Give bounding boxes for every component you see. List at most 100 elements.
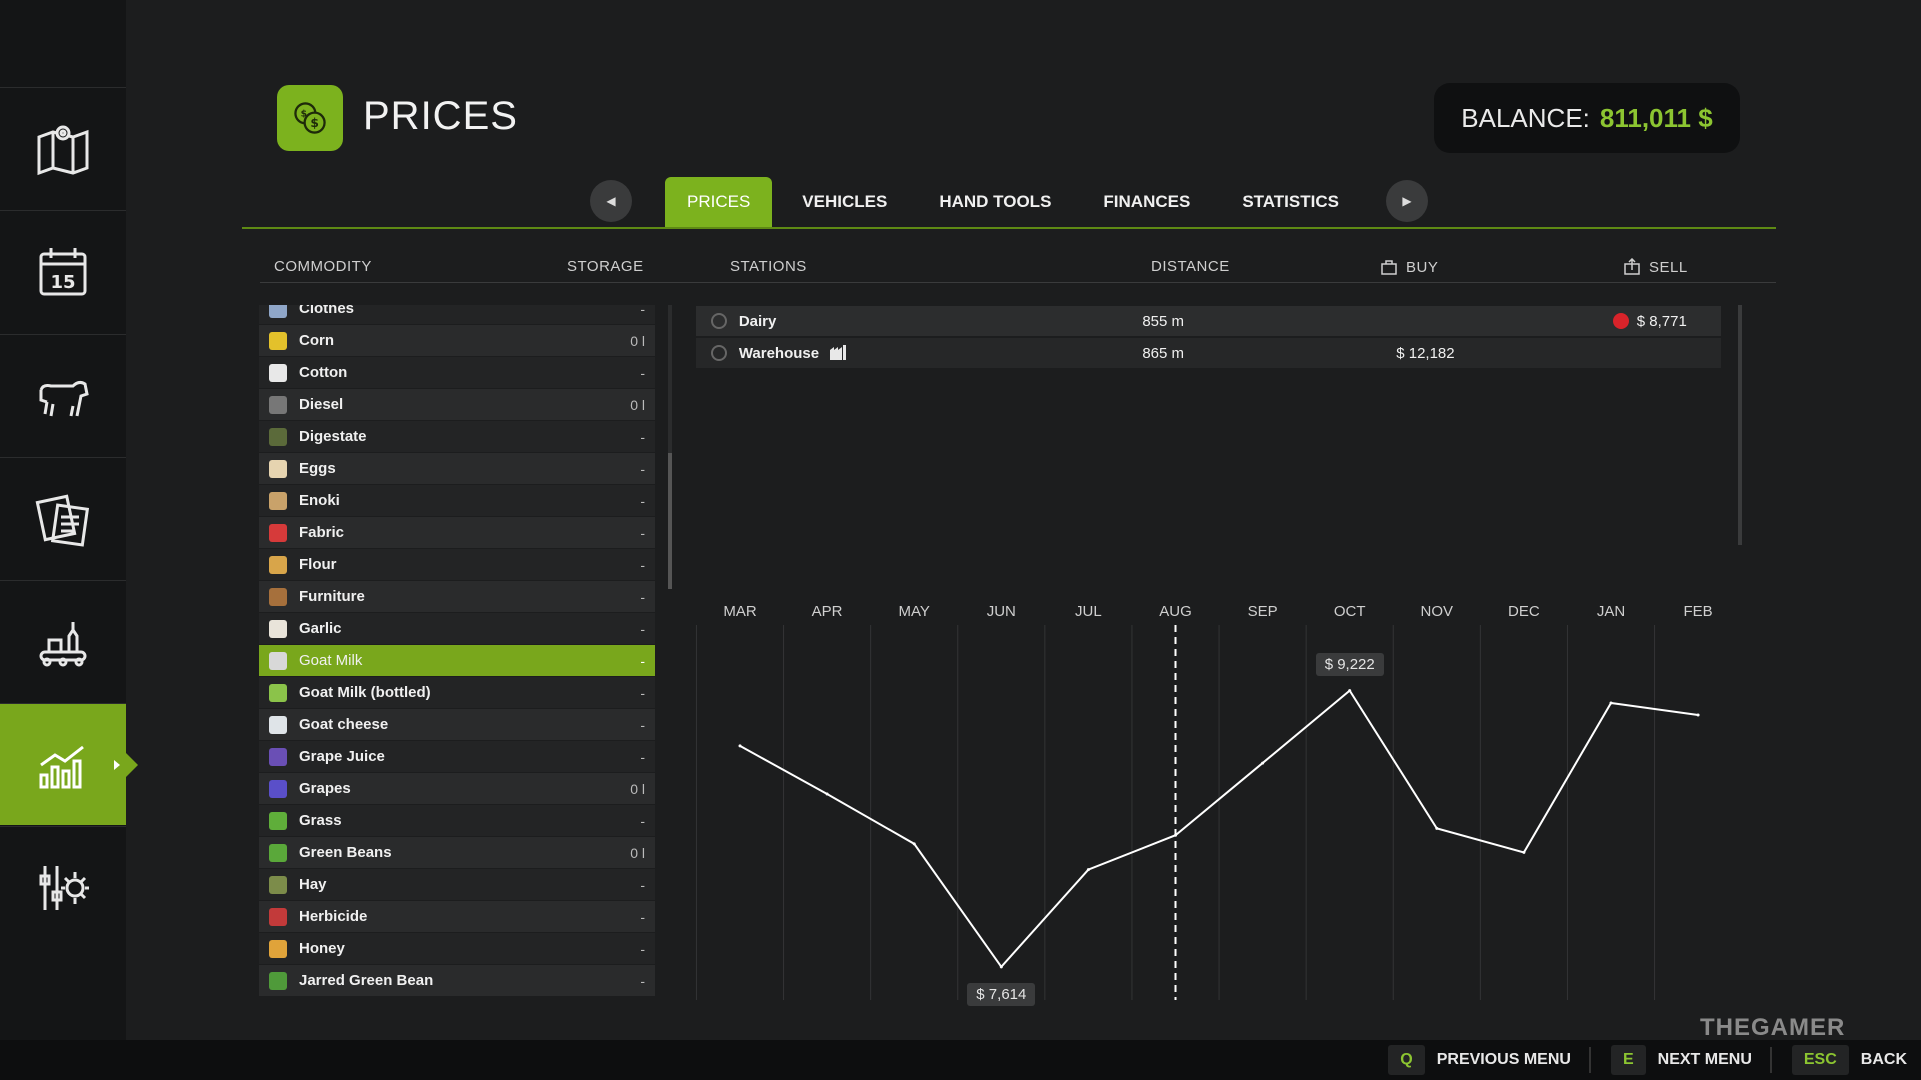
commodity-name: Herbicide	[299, 908, 368, 925]
commodity-row[interactable]: Cotton -	[259, 357, 655, 388]
commodity-row[interactable]: Honey -	[259, 933, 655, 964]
commodity-storage: -	[640, 652, 645, 669]
next-tab-button[interactable]: ▶	[1386, 180, 1428, 222]
cotton-icon	[269, 363, 287, 382]
goat-cheese-icon	[269, 715, 287, 734]
station-row-warehouse[interactable]: Warehouse 865 m $ 12,182	[696, 338, 1721, 368]
month-label-apr: APR	[811, 603, 843, 620]
price-point-oct	[1348, 689, 1352, 693]
commodity-row[interactable]: Goat Milk (bottled) -	[259, 677, 655, 708]
balance-label: BALANCE:	[1461, 102, 1590, 133]
footer-separator	[1588, 1047, 1591, 1073]
hay-icon	[269, 875, 287, 894]
commodity-scrollbar[interactable]	[668, 305, 672, 589]
commodity-row[interactable]: Furniture -	[259, 581, 655, 612]
commodity-row[interactable]: Clothes -	[259, 305, 655, 324]
commodity-list[interactable]: Clothes - Corn 0 l Cotton - Diesel 0 l Digestate…	[259, 305, 655, 1000]
sidebar-item-production[interactable]	[0, 580, 126, 702]
sidebar-item-calendar[interactable]: 15	[0, 210, 126, 332]
commodity-storage: 0 l	[630, 844, 645, 861]
commodity-row[interactable]: Goat Milk -	[259, 645, 655, 676]
fabric-icon	[269, 523, 287, 542]
next-menu-button[interactable]: NEXT MENU	[1658, 1051, 1752, 1069]
commodity-storage: -	[640, 556, 645, 573]
commodity-scrollbar-thumb[interactable]	[668, 453, 672, 589]
commodity-storage: -	[640, 716, 645, 733]
commodity-row[interactable]: Goat cheese -	[259, 709, 655, 740]
station-icon	[711, 313, 727, 329]
commodity-storage: -	[640, 876, 645, 893]
commodity-row[interactable]: Corn 0 l	[259, 325, 655, 356]
sidebar-item-animals[interactable]	[0, 334, 126, 456]
back-button[interactable]: BACK	[1861, 1051, 1907, 1069]
header-buy-label: BUY	[1406, 258, 1439, 276]
commodity-row[interactable]: Green Beans 0 l	[259, 837, 655, 868]
station-buy: $ 12,182	[1396, 344, 1455, 362]
commodity-name: Garlic	[299, 620, 342, 637]
tab-prices[interactable]: PRICES	[665, 177, 773, 227]
commodity-row[interactable]: Diesel 0 l	[259, 389, 655, 420]
price-point-nov	[1435, 826, 1439, 830]
commodity-row[interactable]: Grape Juice -	[259, 741, 655, 772]
commodity-row[interactable]: Flour -	[259, 549, 655, 580]
commodity-row[interactable]: Enoki -	[259, 485, 655, 516]
grapes-icon	[269, 779, 287, 798]
commodity-row[interactable]: Herbicide -	[259, 901, 655, 932]
balance-display: BALANCE: 811,011 $	[1434, 83, 1740, 153]
commodity-row[interactable]: Garlic -	[259, 613, 655, 644]
sidebar-item-prices[interactable]	[0, 703, 138, 825]
eggs-icon	[269, 459, 287, 478]
commodity-row[interactable]: Grass -	[259, 805, 655, 836]
commodity-name: Grapes	[299, 780, 351, 797]
tab-underline	[242, 227, 1776, 229]
price-point-may	[912, 842, 916, 846]
key-esc[interactable]: ESC	[1791, 1045, 1849, 1075]
price-chart	[695, 625, 1700, 1000]
commodity-row[interactable]: Hay -	[259, 869, 655, 900]
commodity-row[interactable]: Grapes 0 l	[259, 773, 655, 804]
month-label-jun: JUN	[986, 603, 1016, 620]
previous-menu-button[interactable]: PREVIOUS MENU	[1437, 1051, 1571, 1069]
month-label-jul: JUL	[1075, 603, 1102, 620]
buy-icon	[1381, 260, 1397, 275]
commodity-row[interactable]: Eggs -	[259, 453, 655, 484]
commodity-row[interactable]: Fabric -	[259, 517, 655, 548]
herbicide-icon	[269, 907, 287, 926]
sidebar-item-map[interactable]	[0, 87, 126, 209]
sidebar: 15	[0, 0, 138, 1040]
station-row-dairy[interactable]: Dairy 855 m $ 8,771	[696, 306, 1721, 336]
key-q[interactable]: Q	[1388, 1045, 1425, 1075]
station-icon	[711, 345, 727, 361]
commodity-name: Goat Milk	[299, 652, 363, 669]
header-sell: SELL	[1623, 258, 1688, 276]
commodity-storage: -	[640, 588, 645, 605]
station-scrollbar[interactable]	[1738, 305, 1742, 545]
commodity-storage: -	[640, 812, 645, 829]
station-sell: $ 8,771	[1636, 312, 1687, 330]
balance-value: 811,011 $	[1599, 102, 1713, 133]
tab-hand-tools[interactable]: HAND TOOLS	[917, 177, 1073, 227]
month-label-nov: NOV	[1420, 603, 1454, 620]
commodity-storage: -	[640, 620, 645, 637]
commodity-name: Fabric	[299, 524, 345, 541]
tab-finances[interactable]: FINANCES	[1081, 177, 1212, 227]
sidebar-item-contracts[interactable]	[0, 457, 126, 579]
previous-tab-button[interactable]: ◀	[590, 180, 632, 222]
warehouse-icon	[830, 345, 847, 360]
header-stations: STATIONS	[730, 258, 807, 275]
tab-statistics[interactable]: STATISTICS	[1220, 177, 1361, 227]
tab-vehicles[interactable]: VEHICLES	[780, 177, 909, 227]
header-sell-label: SELL	[1649, 258, 1688, 276]
green-beans-icon	[269, 843, 287, 862]
key-e[interactable]: E	[1610, 1045, 1646, 1075]
price-point-jan	[1609, 701, 1613, 705]
commodity-row[interactable]: Digestate -	[259, 421, 655, 452]
clothes-icon	[269, 305, 287, 318]
commodity-row[interactable]: Jarred Green Bean -	[259, 965, 655, 996]
sidebar-item-settings[interactable]	[0, 826, 126, 948]
commodity-storage: -	[640, 460, 645, 477]
month-label-mar: MAR	[723, 603, 757, 620]
commodity-name: Goat cheese	[299, 716, 389, 733]
goat-milk-icon	[269, 651, 287, 670]
furniture-icon	[269, 587, 287, 606]
